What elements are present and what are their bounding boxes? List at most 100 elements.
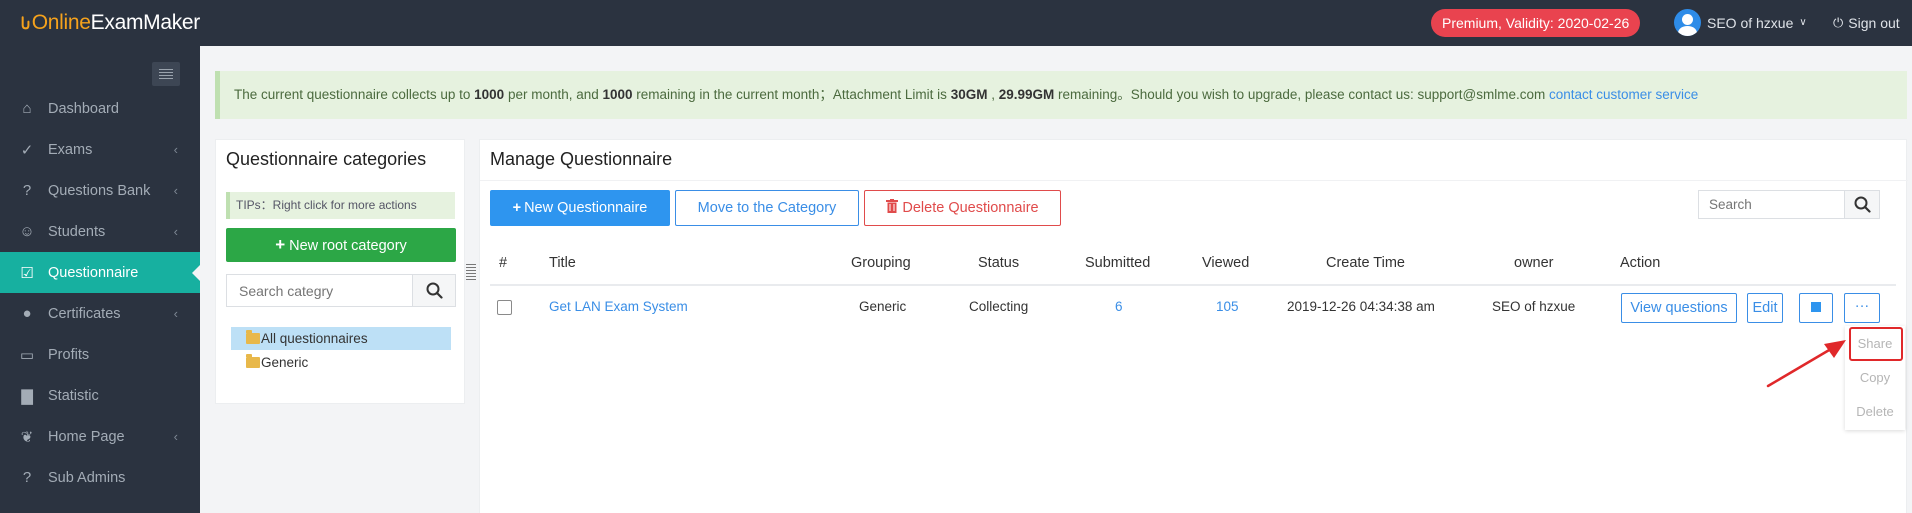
categories-title: Questionnaire categories [226,149,427,169]
certificate-icon: ● [22,305,32,322]
questionnaire-search-button[interactable] [1844,190,1880,219]
sign-out-label: Sign out [1848,15,1900,31]
sidebar-item-label: Statistic [48,387,99,404]
sidebar: ⌂ Dashboard ✓ Exams ‹ ? Questions Bank ‹… [0,46,201,513]
delete-questionnaire-label: Delete Questionnaire [902,200,1039,216]
column-header-submitted: Submitted [1085,255,1151,271]
sidebar-toggle-button[interactable] [152,62,180,86]
app-logo[interactable]: OnlineExamMaker [0,0,200,46]
sidebar-item-dashboard[interactable]: ⌂ Dashboard [0,88,200,129]
row-create-time: 2019-12-26 04:34:38 am [1287,299,1435,314]
notice-text: remaining。Should you wish to upgrade, pl… [1054,87,1549,102]
chevron-left-icon: ‹ [173,306,178,321]
column-header-index: # [499,255,508,271]
notice-remaining: 1000 [602,87,633,102]
notice-text: , [987,87,999,102]
sidebar-item-students[interactable]: ☺ Students ‹ [0,211,200,252]
search-icon [426,282,443,299]
sidebar-item-label: Certificates [48,305,121,322]
folder-icon [246,354,260,368]
plus-icon: + [275,235,286,254]
stop-button[interactable] [1799,293,1833,323]
share-highlight-annotation [1849,327,1903,361]
sidebar-item-questions-bank[interactable]: ? Questions Bank ‹ [0,170,200,211]
notice-text: The current questionnaire collects up to [234,87,475,102]
row-checkbox[interactable] [497,300,512,315]
sidebar-item-sub-admins[interactable]: ? Sub Admins [0,457,200,498]
viewed-count-link[interactable]: 105 [1216,299,1239,314]
column-header-viewed: Viewed [1202,255,1250,271]
leaf-icon: ❦ [20,428,34,446]
edit-button[interactable]: Edit [1747,293,1783,323]
questionnaire-categories-panel: Questionnaire categories TIPs：Right clic… [215,139,465,404]
premium-badge[interactable]: Premium, Validity: 2020-02-26 [1431,9,1641,37]
search-icon [1854,196,1871,213]
submitted-count-link[interactable]: 6 [1115,299,1123,314]
column-header-action: Action [1620,255,1661,271]
more-actions-button[interactable]: ··· [1844,293,1880,323]
tree-item-all-questionnaires[interactable]: All questionnaires [231,327,451,350]
sidebar-item-label: Questions Bank [48,182,151,199]
app-name: OnlineExamMaker [31,11,201,34]
checkbox-icon: ☑ [20,264,34,282]
sidebar-item-label: Exams [48,141,93,158]
dropdown-item-delete[interactable]: Delete [1845,404,1905,419]
column-header-status: Status [978,255,1020,271]
new-root-category-button[interactable]: + New root category [226,228,456,262]
tree-item-generic[interactable]: Generic [231,351,451,374]
manage-questionnaire-panel: Manage Questionnaire + New Questionnaire … [479,139,1908,513]
row-grouping: Generic [859,299,907,314]
tree-item-label: All questionnaires [261,331,368,346]
question-circle-icon: ? [22,182,32,199]
user-menu[interactable]: SEO of hzxue ∨ [1674,9,1807,36]
row-status: Collecting [969,299,1029,314]
plus-icon: + [512,200,522,216]
notice-text: per month, and [504,87,603,102]
move-to-category-button[interactable]: Move to the Category [675,190,859,226]
column-header-title: Title [549,255,576,271]
questionnaire-title-link[interactable]: Get LAN Exam System [549,299,688,314]
home-icon: ⌂ [22,100,32,117]
panel-splitter-handle[interactable] [466,264,476,284]
chevron-left-icon: ‹ [173,224,178,239]
contact-customer-service-link[interactable]: contact customer service [1549,87,1698,102]
question-circle-icon: ? [22,469,32,486]
new-questionnaire-button[interactable]: + New Questionnaire [490,190,670,226]
chevron-left-icon: ‹ [173,142,178,157]
sidebar-item-label: Home Page [48,428,125,445]
sidebar-item-questionnaire[interactable]: ☑ Questionnaire [0,252,201,293]
sidebar-item-label: Sub Admins [48,469,126,486]
column-header-owner: owner [1514,255,1554,271]
dropdown-item-copy[interactable]: Copy [1845,370,1905,385]
questionnaire-search-input[interactable] [1698,190,1844,219]
column-header-grouping: Grouping [851,255,911,271]
sidebar-item-profits[interactable]: ▭ Profits [0,334,200,375]
notice-monthly-limit: 1000 [474,87,505,102]
sidebar-item-label: Profits [48,346,90,363]
sidebar-item-certificates[interactable]: ● Certificates ‹ [0,293,200,334]
chevron-left-icon: ‹ [173,183,178,198]
annotation-arrow-icon [1766,340,1846,388]
category-search-input[interactable] [226,274,412,307]
sidebar-item-exams[interactable]: ✓ Exams ‹ [0,129,200,170]
delete-questionnaire-button[interactable]: Delete Questionnaire [864,190,1061,226]
user-name: SEO of hzxue [1707,14,1794,31]
check-circle-icon: ✓ [20,141,34,159]
notice-attachment-remaining: 29.99GM [998,87,1055,102]
chevron-left-icon: ‹ [173,429,178,444]
sidebar-item-statistic[interactable]: ▇ Statistic [0,375,200,416]
category-search-button[interactable] [412,274,456,307]
stop-icon [1811,302,1821,313]
avatar-icon [1674,9,1701,36]
top-bar: OnlineExamMaker Premium, Validity: 2020-… [0,0,1912,46]
trash-icon [886,199,899,213]
tree-item-label: Generic [261,355,309,370]
sidebar-item-label: Students [48,223,106,240]
sidebar-item-home-page[interactable]: ❦ Home Page ‹ [0,416,200,457]
column-header-create-time: Create Time [1326,255,1405,271]
user-icon: ☺ [19,223,35,240]
tips-text: TIPs：Right click for more actions [226,192,455,219]
view-questions-button[interactable]: View questions [1621,293,1737,323]
sign-out-link[interactable]: ⏻ Sign out [1833,15,1900,31]
new-questionnaire-label: New Questionnaire [524,200,648,216]
